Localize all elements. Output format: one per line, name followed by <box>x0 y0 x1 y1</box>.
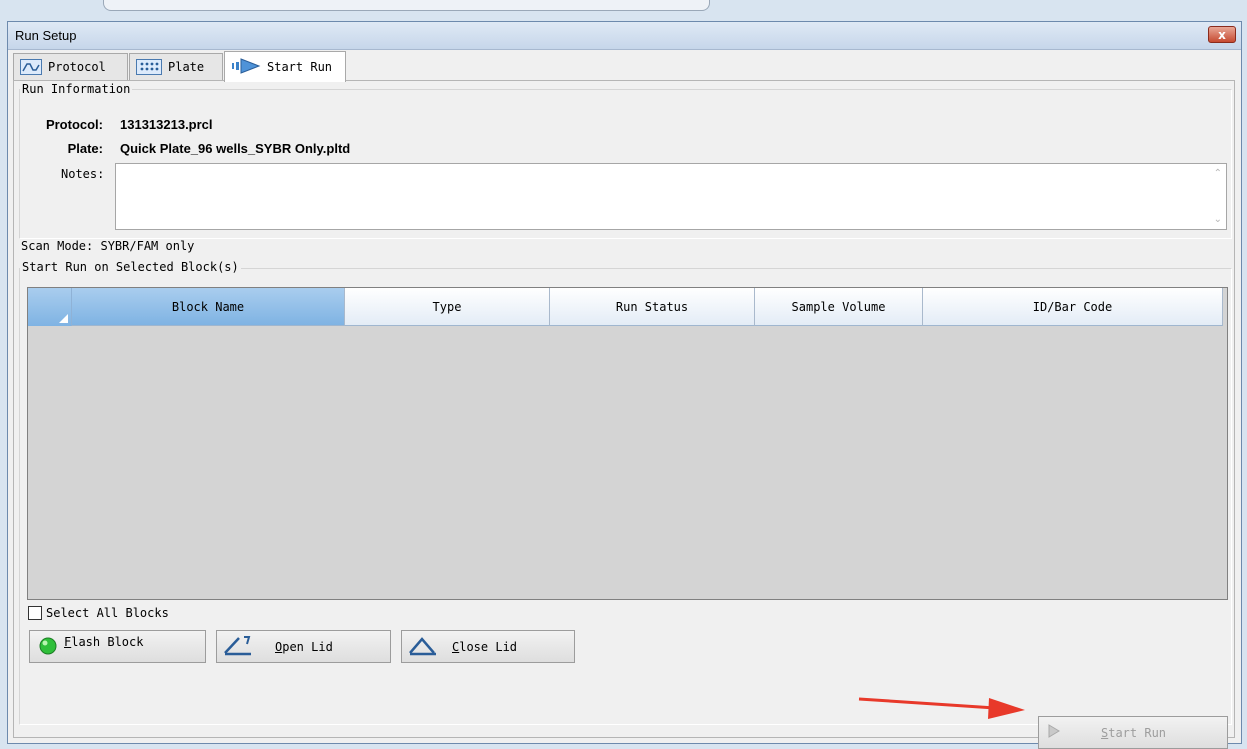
close-lid-button[interactable]: Close Lid <box>401 630 575 663</box>
button-label: Start Run <box>1101 725 1167 740</box>
column-label: Run Status <box>615 299 689 314</box>
column-header-type[interactable]: Type <box>345 288 550 326</box>
notes-label: Notes: <box>61 167 105 181</box>
start-run-button[interactable]: Start Run <box>1038 716 1228 749</box>
annotation-arrow-icon <box>858 697 1025 719</box>
run-setup-dialog: Run Setup x Protocol Plate Start Run Run… <box>7 21 1242 749</box>
tab-protocol[interactable]: Protocol <box>13 53 128 80</box>
tab-label: Protocol <box>48 60 106 74</box>
select-all-checkbox[interactable] <box>28 606 42 620</box>
column-label: Sample Volume <box>791 299 886 314</box>
plate-value: Quick Plate_96 wells_SYBR Only.pltd <box>120 141 351 156</box>
column-label: Block Name <box>171 299 245 314</box>
plate-icon <box>136 59 162 75</box>
start-run-blocks-legend: Start Run on Selected Block(s) <box>20 260 241 274</box>
scan-mode-text: Scan Mode: SYBR/FAM only <box>21 239 195 253</box>
dialog-title: Run Setup <box>15 28 77 43</box>
block-grid[interactable]: Block Name Type Run Status Sample Volume… <box>27 287 1228 600</box>
tab-start-run[interactable]: Start Run <box>224 51 346 82</box>
select-all-label[interactable]: Select All Blocks <box>46 606 169 620</box>
column-header-id-bar-code[interactable]: ID/Bar Code <box>923 288 1223 326</box>
open-lid-icon <box>223 634 255 659</box>
title-bar: Run Setup x <box>8 22 1241 50</box>
button-label: Open Lid <box>275 639 333 654</box>
column-label: ID/Bar Code <box>1032 299 1113 314</box>
notes-field[interactable]: ⌃ ⌄ <box>115 163 1227 230</box>
tab-label: Plate <box>168 60 205 74</box>
select-all-corner[interactable] <box>28 288 72 326</box>
button-label: Flash Block <box>64 634 144 649</box>
start-run-panel: Run Information Protocol: 131313213.prcl… <box>13 80 1235 749</box>
scroll-down-icon[interactable]: ⌄ <box>1214 214 1222 225</box>
protocol-icon <box>20 59 42 75</box>
tab-label: Start Run <box>267 60 333 74</box>
corner-triangle-icon <box>59 314 68 323</box>
column-label: Type <box>432 299 462 314</box>
close-icon: x <box>1218 28 1226 42</box>
close-lid-icon <box>408 634 440 659</box>
play-icon <box>1047 724 1061 741</box>
protocol-label: Protocol: <box>45 117 103 132</box>
column-header-sample-volume[interactable]: Sample Volume <box>755 288 923 326</box>
flash-block-button[interactable]: Flash Block <box>29 630 206 663</box>
open-lid-button[interactable]: Open Lid <box>216 630 391 663</box>
background-window-edge <box>103 0 710 11</box>
plate-label: Plate: <box>67 141 103 156</box>
start-run-icon <box>231 57 261 78</box>
grid-header: Block Name Type Run Status Sample Volume… <box>28 288 1227 326</box>
tab-plate[interactable]: Plate <box>129 53 223 80</box>
button-label: Close Lid <box>452 639 518 654</box>
scroll-up-icon[interactable]: ⌃ <box>1214 168 1222 179</box>
protocol-value: 131313213.prcl <box>120 117 213 132</box>
run-information-legend: Run Information <box>20 82 133 96</box>
close-button[interactable]: x <box>1208 26 1236 43</box>
green-light-icon <box>38 635 58 658</box>
select-all-row: Select All Blocks <box>28 606 169 620</box>
column-header-run-status[interactable]: Run Status <box>550 288 755 326</box>
column-header-block-name[interactable]: Block Name <box>72 288 345 326</box>
